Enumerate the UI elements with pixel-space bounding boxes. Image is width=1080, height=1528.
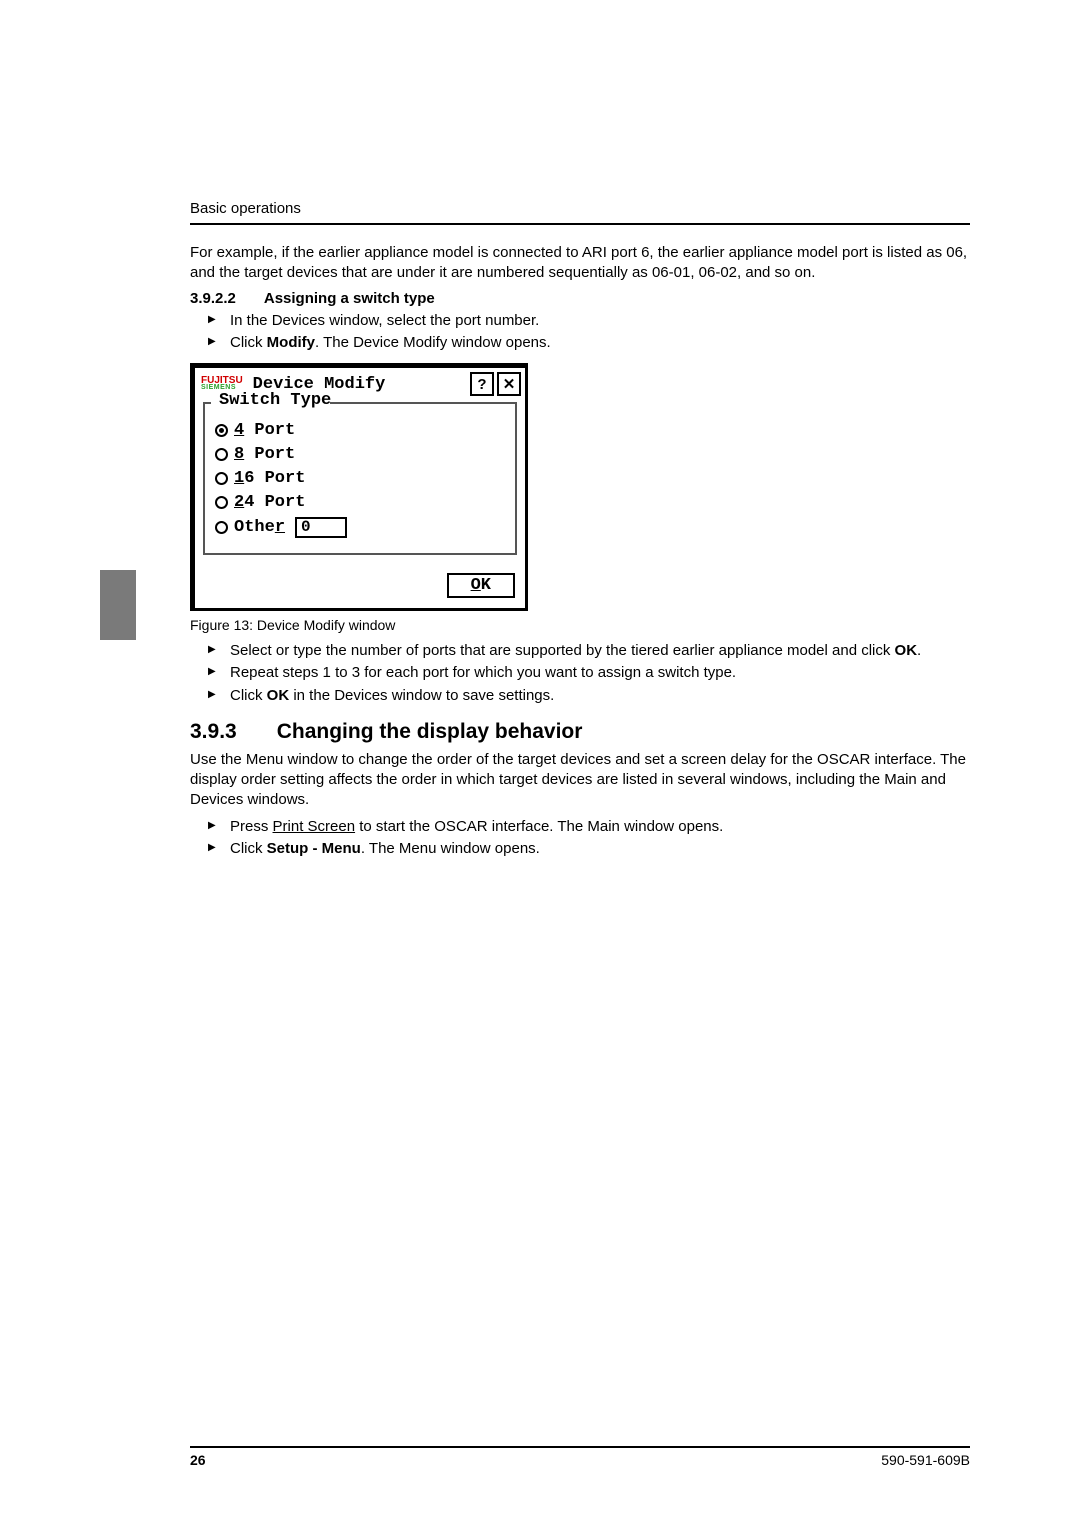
section-393-paragraph: Use the Menu window to change the order …: [190, 750, 970, 811]
radio-icon: [215, 424, 228, 437]
intro-paragraph: For example, if the earlier appliance mo…: [190, 243, 970, 284]
radio-8-port[interactable]: 8 Port: [215, 445, 505, 464]
text: in the Devices window to save settings.: [289, 687, 554, 704]
dialog-title-buttons: ? ✕: [470, 372, 521, 396]
help-button[interactable]: ?: [470, 372, 494, 396]
dialog-footer: OK: [195, 563, 525, 608]
other-port-input[interactable]: 0: [295, 517, 347, 538]
accel-char: 4: [234, 421, 244, 440]
radio-icon: [215, 448, 228, 461]
radio-label: Other: [234, 518, 285, 537]
text: . The Menu window opens.: [361, 840, 540, 857]
close-button[interactable]: ✕: [497, 372, 521, 396]
text: Select or type the number of ports that …: [230, 642, 895, 659]
device-modify-dialog: FUJITSU SIEMENS Device Modify ? ✕ Switch…: [190, 363, 528, 611]
list-item: Select or type the number of ports that …: [208, 641, 970, 661]
figure-caption: Figure 13: Device Modify window: [190, 617, 970, 633]
text: Click: [230, 687, 267, 704]
doc-number: 590-591-609B: [881, 1452, 970, 1468]
radio-other[interactable]: Other 0: [215, 517, 505, 538]
section-heading-393: 3.9.3 Changing the display behavior: [190, 720, 970, 744]
section-title: Assigning a switch type: [264, 290, 435, 307]
accel-char: 2: [234, 493, 244, 512]
setup-menu-label: Setup - Menu: [267, 840, 361, 857]
switch-type-group: Switch Type 4 Port 8 Port 16 Port 24 Por…: [203, 402, 517, 555]
list-item: In the Devices window, select the port n…: [208, 311, 970, 331]
section-number: 3.9.2.2: [190, 290, 236, 307]
list-item: Repeat steps 1 to 3 for each port for wh…: [208, 663, 970, 683]
header-rule: [190, 223, 970, 225]
running-head: Basic operations: [190, 200, 970, 217]
page: Basic operations For example, if the ear…: [0, 0, 1080, 1528]
text: K: [481, 576, 491, 595]
text: Click: [230, 840, 267, 857]
text: 4 Port: [244, 493, 305, 512]
ok-button[interactable]: OK: [447, 573, 515, 598]
radio-icon: [215, 472, 228, 485]
radio-icon: [215, 496, 228, 509]
list-item: Click Modify. The Device Modify window o…: [208, 333, 970, 353]
list-item: Click Setup - Menu. The Menu window open…: [208, 839, 970, 859]
accel-char: 1: [234, 469, 244, 488]
text: . The Device Modify window opens.: [315, 334, 551, 351]
accel-char: O: [471, 576, 481, 595]
fujitsu-siemens-logo: FUJITSU SIEMENS: [201, 376, 243, 391]
list-item: Click OK in the Devices window to save s…: [208, 686, 970, 706]
print-screen-key: Print Screen: [273, 818, 356, 835]
footer-rule: [190, 1446, 970, 1448]
accel-char: 8: [234, 445, 244, 464]
text: Click: [230, 334, 267, 351]
radio-label: 24 Port: [234, 493, 305, 512]
text: Port: [244, 445, 295, 464]
ok-label: OK: [895, 642, 918, 659]
steps-list-3922: In the Devices window, select the port n…: [208, 311, 970, 354]
post-steps-list: Select or type the number of ports that …: [208, 641, 970, 706]
section-title: Changing the display behavior: [277, 720, 583, 744]
steps-list-393: Press Print Screen to start the OSCAR in…: [208, 817, 970, 860]
text: 6 Port: [244, 469, 305, 488]
text: Press: [230, 818, 273, 835]
radio-icon: [215, 521, 228, 534]
section-number: 3.9.3: [190, 720, 237, 744]
ok-label: OK: [267, 687, 290, 704]
radio-label: 8 Port: [234, 445, 295, 464]
radio-4-port[interactable]: 4 Port: [215, 421, 505, 440]
radio-24-port[interactable]: 24 Port: [215, 493, 505, 512]
text: .: [917, 642, 921, 659]
accel-char: r: [275, 518, 285, 537]
text: Port: [244, 421, 295, 440]
thumb-tab: [100, 570, 136, 640]
page-footer: 26 590-591-609B: [190, 1446, 970, 1468]
section-heading-3922: 3.9.2.2 Assigning a switch type: [190, 290, 970, 307]
modify-label: Modify: [267, 334, 315, 351]
radio-16-port[interactable]: 16 Port: [215, 469, 505, 488]
text: to start the OSCAR interface. The Main w…: [355, 818, 723, 835]
page-number: 26: [190, 1452, 206, 1468]
radio-label: 4 Port: [234, 421, 295, 440]
text: Othe: [234, 518, 275, 537]
group-legend: Switch Type: [215, 391, 335, 410]
list-item: Press Print Screen to start the OSCAR in…: [208, 817, 970, 837]
radio-label: 16 Port: [234, 469, 305, 488]
